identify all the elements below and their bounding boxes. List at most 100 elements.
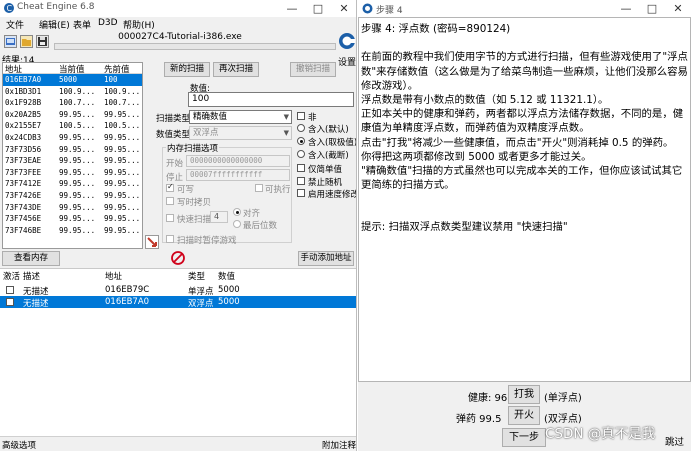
active-checkbox[interactable] (6, 298, 14, 306)
fire-button[interactable]: 开火 (508, 406, 540, 425)
align-radio[interactable] (233, 208, 241, 216)
settings-label: 设置 (337, 58, 356, 68)
disable-random-checkbox[interactable] (297, 177, 305, 185)
process-name: 000027C4-Tutorial-i386.exe (118, 32, 242, 42)
found-row[interactable]: 0x2155E7 100.5... 100.5... (3, 120, 142, 132)
found-cell-current: 99.95... (59, 109, 96, 119)
last-digits-radio[interactable] (233, 220, 241, 228)
ce-statusbar: 高级选项 附加注释 (0, 436, 356, 451)
writable-checkbox[interactable] (166, 182, 174, 192)
found-row[interactable]: 016EB7A0 5000 100 (3, 74, 142, 86)
found-row[interactable]: 73F743DE 99.95... 99.95... (3, 202, 142, 214)
table-extras-button[interactable]: 附加注释 (322, 439, 356, 451)
close-icon[interactable]: ✕ (665, 0, 691, 17)
found-row[interactable]: 73F7412E 99.95... 99.95... (3, 178, 142, 190)
found-cell-address: 73F7456E (5, 214, 42, 224)
found-cell-current: 100.7... (59, 98, 96, 108)
found-row[interactable]: 73F7456E 99.95... 99.95... (3, 213, 142, 225)
save-icon[interactable] (36, 35, 49, 48)
next-scan-button[interactable]: 再次扫描 (213, 62, 259, 77)
found-cell-previous: 99.95... (104, 202, 141, 212)
maximize-icon[interactable]: □ (305, 0, 331, 17)
stop-address-input[interactable]: 00007fffffffffff (186, 169, 290, 181)
clear-list-icon[interactable] (171, 251, 185, 265)
found-cell-current: 99.95... (59, 190, 96, 200)
next-step-button[interactable]: 下一步 (502, 428, 546, 447)
advanced-options-button[interactable]: 高级选项 (2, 439, 36, 451)
hit-me-button[interactable]: 打我 (508, 385, 540, 404)
speedhack-checkbox[interactable] (297, 189, 305, 197)
found-cell-current: 99.95... (59, 179, 96, 189)
col-address[interactable]: 地址 (105, 270, 122, 282)
found-row[interactable]: 0x1F928B 100.7... 100.7... (3, 97, 142, 109)
found-cell-current: 99.95... (59, 156, 96, 166)
found-cell-current: 99.95... (59, 167, 96, 177)
close-icon[interactable]: ✕ (331, 0, 356, 17)
found-row[interactable]: 73F7426E 99.95... 99.95... (3, 190, 142, 202)
col-description[interactable]: 描述 (23, 270, 40, 282)
truncated-radio[interactable] (297, 150, 305, 158)
scan-type-value: 精确数值 (193, 112, 228, 122)
tutorial-hint: 提示: 扫描双浮点数类型建议禁用 "快速扫描" (361, 221, 568, 234)
menu-table[interactable]: 表单 (73, 18, 91, 31)
col-active[interactable]: 激活 (3, 270, 20, 282)
menu-d3d[interactable]: D3D (98, 18, 118, 28)
found-cell-address: 73F73EAE (5, 156, 42, 166)
fast-scan-checkbox[interactable] (166, 214, 174, 222)
col-value[interactable]: 数值 (218, 270, 235, 282)
tutorial-instructions[interactable]: 步骤 4: 浮点数 (密码=890124) 在前面的教程中我们使用字节的方式进行… (358, 17, 691, 382)
health-label: 健康: 96 (468, 393, 508, 404)
value-type-select[interactable]: 双浮点 ▼ (189, 126, 292, 140)
found-address-list[interactable]: 地址 当前值 先前值 016EB7A0 5000 100 0x1BD3D1 100.9.… (2, 62, 143, 249)
minimize-icon[interactable]: — (279, 0, 305, 17)
found-cell-current: 99.95... (59, 214, 96, 224)
maximize-icon[interactable]: □ (639, 0, 665, 17)
found-cell-address: 73F7412E (5, 179, 42, 189)
col-type[interactable]: 类型 (188, 270, 205, 282)
found-row[interactable]: 73F73FEE 99.95... 99.95... (3, 167, 142, 179)
simple-values-checkbox[interactable] (297, 164, 305, 172)
start-address-input[interactable]: 0000000000000000 (186, 155, 290, 167)
found-row[interactable]: 0x20A2B5 99.95... 99.95... (3, 109, 142, 121)
active-checkbox[interactable] (6, 286, 14, 294)
pause-game-checkbox[interactable] (166, 235, 174, 243)
scan-type-select[interactable]: 精确数值 ▼ (189, 110, 292, 124)
ce-titlebar: C Cheat Engine 6.8 — □ ✕ (0, 0, 356, 17)
found-row[interactable]: 0x1BD3D1 100.9... 100.9... (3, 86, 142, 98)
open-folder-icon[interactable] (20, 35, 33, 48)
found-cell-previous: 100 (104, 75, 118, 84)
menu-help[interactable]: 帮助(H) (123, 18, 155, 31)
value-input[interactable]: 100 (188, 92, 354, 107)
skip-link[interactable]: 跳过 (665, 434, 684, 448)
found-row[interactable]: 73F746BE 99.95... 99.95... (3, 225, 142, 237)
rounded-default-radio[interactable] (297, 124, 305, 132)
found-cell-current: 99.95... (59, 132, 96, 142)
menu-file[interactable]: 文件 (6, 18, 24, 31)
copy-on-write-label: 写时拷贝 (177, 198, 212, 208)
not-checkbox[interactable] (297, 112, 305, 120)
menu-edit[interactable]: 编辑(E) (39, 18, 70, 31)
found-row[interactable]: 73F73EAE 99.95... 99.95... (3, 155, 142, 167)
new-scan-button[interactable]: 新的扫描 (164, 62, 210, 77)
add-address-manually-button[interactable]: 手动添加地址 (298, 251, 354, 266)
rounded-extreme-radio[interactable] (297, 137, 305, 145)
settings-logo[interactable]: 设置 (337, 32, 356, 68)
cheat-table-row[interactable]: 无描述 016EB79C 单浮点 5000 (0, 284, 356, 297)
open-process-icon[interactable] (4, 35, 17, 48)
add-to-list-arrow-icon[interactable] (145, 235, 159, 249)
found-row[interactable]: 73F73D56 99.95... 99.95... (3, 144, 142, 156)
tutorial-titlebar: 步骤 4 — □ ✕ (358, 0, 691, 17)
cheat-table-row[interactable]: 无描述 016EB7A0 双浮点 5000 (0, 296, 356, 309)
found-cell-current: 100.9... (59, 86, 96, 96)
found-row[interactable]: 0x24CDB3 99.95... 99.95... (3, 132, 142, 144)
cheat-table-header: 激活 描述 地址 类型 数值 (0, 269, 356, 282)
undo-scan-button[interactable]: 撤销扫描 (290, 62, 336, 77)
copy-on-write-checkbox[interactable] (166, 197, 174, 205)
fast-scan-alignment-input[interactable]: 4 (210, 211, 228, 223)
cheat-cell-address: 016EB79C (105, 285, 150, 295)
executable-checkbox[interactable] (255, 184, 263, 192)
cheat-cell-address: 016EB7A0 (105, 297, 150, 307)
minimize-icon[interactable]: — (613, 0, 639, 17)
cheat-table[interactable]: 激活 描述 地址 类型 数值 无描述 016EB79C 单浮点 5000 无描述 016E… (0, 268, 356, 436)
view-memory-button[interactable]: 查看内存 (2, 251, 60, 266)
